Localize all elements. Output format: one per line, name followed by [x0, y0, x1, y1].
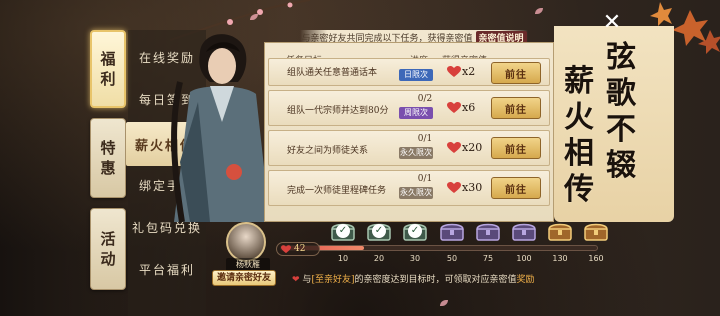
character-illustration — [171, 34, 270, 222]
title-char: 相 — [564, 136, 594, 171]
category-tab-strip: 福 利 特 惠 活 动 — [88, 26, 128, 316]
heart-icon — [447, 181, 461, 193]
title-char: 薪 — [564, 64, 594, 99]
tab-label-char: 惠 — [100, 159, 116, 177]
title-char: 火 — [564, 100, 594, 135]
tab-discount[interactable]: 特 惠 — [90, 118, 126, 198]
footer-highlight: [至亲好友] — [311, 275, 355, 285]
title-column-right: 弦 歌 不 辍 — [602, 40, 640, 184]
task-row: 完成一次师徒里程碑任务 0/1 永久限次 x30 前往 — [268, 170, 550, 206]
task-progress: 0/1 — [417, 174, 433, 184]
tab-label-char: 动 — [100, 250, 116, 268]
intimacy-score: 42 — [276, 242, 320, 256]
go-button[interactable]: 前往 — [491, 177, 541, 199]
task-name: 组队通关任意普通话本 — [287, 68, 378, 78]
milestone-value: 160 — [588, 254, 604, 263]
milestone-value: 20 — [373, 254, 385, 263]
milestone-chest[interactable] — [583, 220, 609, 242]
claimed-check-icon: ✓ — [372, 224, 386, 238]
tab-label-char: 活 — [100, 230, 116, 248]
heart-icon: ❤ — [292, 275, 300, 285]
milestone-chest[interactable] — [547, 220, 573, 242]
side-item-label: 平台福利 — [138, 262, 195, 277]
claimed-check-icon: ✓ — [336, 224, 350, 238]
milestone-value: 100 — [516, 254, 532, 263]
milestone-value: 10 — [337, 254, 349, 263]
reward-amount: x2 — [462, 65, 476, 78]
title-char: 不 — [606, 112, 636, 147]
footer-hint: ❤ 与[至亲好友]的亲密度达到目标时，可领取对应亲密值奖励 — [292, 272, 535, 285]
tab-activity[interactable]: 活 动 — [90, 208, 126, 290]
milestone-chest[interactable] — [511, 220, 537, 242]
close-icon[interactable]: ✕ — [600, 12, 624, 36]
task-reward: x2 — [447, 65, 475, 78]
milestone-value: 75 — [482, 254, 494, 263]
title-column-left: 薪 火 相 传 — [560, 64, 598, 208]
side-item-platform-welfare[interactable]: 平台福利 — [128, 250, 206, 288]
title-char: 传 — [564, 172, 594, 207]
task-limit-tag: 日限次 — [399, 69, 433, 81]
intimacy-progress-track — [280, 245, 598, 251]
footer-suffix: 奖励 — [516, 275, 535, 285]
tab-label-char: 特 — [100, 139, 116, 157]
task-row: 组队通关任意普通话本 日限次 x2 前往 — [268, 58, 550, 86]
task-row: 组队一代宗师并达到80分 0/2 周限次 x6 前往 — [268, 90, 550, 126]
reward-amount: x20 — [462, 141, 483, 154]
task-limit-tag: 永久限次 — [399, 147, 433, 159]
task-row: 好友之间为师徒关系 0/1 永久限次 x20 前往 — [268, 130, 550, 166]
friend-avatar[interactable] — [226, 222, 266, 262]
go-button[interactable]: 前往 — [491, 137, 541, 159]
go-button[interactable]: 前往 — [491, 62, 541, 84]
heart-icon — [447, 101, 461, 113]
task-limit-tag: 周限次 — [399, 107, 433, 119]
milestone-chest[interactable]: ✓ — [366, 220, 392, 242]
milestone-chest[interactable] — [439, 220, 465, 242]
milestone-value: 30 — [409, 254, 421, 263]
task-name: 组队一代宗师并达到80分 — [287, 106, 389, 116]
milestone-chest[interactable]: ✓ — [330, 220, 356, 242]
task-limit-tag: 永久限次 — [399, 187, 433, 199]
milestone-value: 50 — [446, 254, 458, 263]
milestone-chest[interactable] — [475, 220, 501, 242]
task-progress: 0/2 — [417, 94, 433, 104]
reward-amount: x30 — [462, 181, 483, 194]
milestone-value: 130 — [552, 254, 568, 263]
task-name: 完成一次师徒里程碑任务 — [287, 186, 387, 196]
go-button[interactable]: 前往 — [491, 97, 541, 119]
task-reward: x30 — [447, 181, 482, 194]
footer-middle: 的亲密度达到目标时，可领取对应亲密值 — [354, 275, 517, 285]
reward-amount: x6 — [462, 101, 476, 114]
heart-icon — [447, 65, 461, 77]
task-name: 好友之间为师徒关系 — [287, 146, 369, 156]
title-char: 歌 — [606, 76, 636, 111]
claimed-check-icon: ✓ — [408, 224, 422, 238]
title-char: 辍 — [606, 148, 636, 183]
task-reward: x6 — [447, 101, 475, 114]
invite-friend-button[interactable]: 邀请亲密好友 — [212, 270, 276, 286]
task-progress: 0/1 — [417, 134, 433, 144]
intimacy-value: 42 — [294, 244, 306, 254]
heart-icon — [447, 141, 461, 153]
task-reward: x20 — [447, 141, 482, 154]
title-char: 弦 — [606, 40, 636, 75]
heart-icon — [281, 244, 291, 253]
milestone-chest[interactable]: ✓ — [402, 220, 428, 242]
tab-label-char: 利 — [100, 70, 116, 88]
tab-welfare[interactable]: 福 利 — [90, 30, 126, 108]
tab-label-char: 福 — [100, 50, 116, 68]
